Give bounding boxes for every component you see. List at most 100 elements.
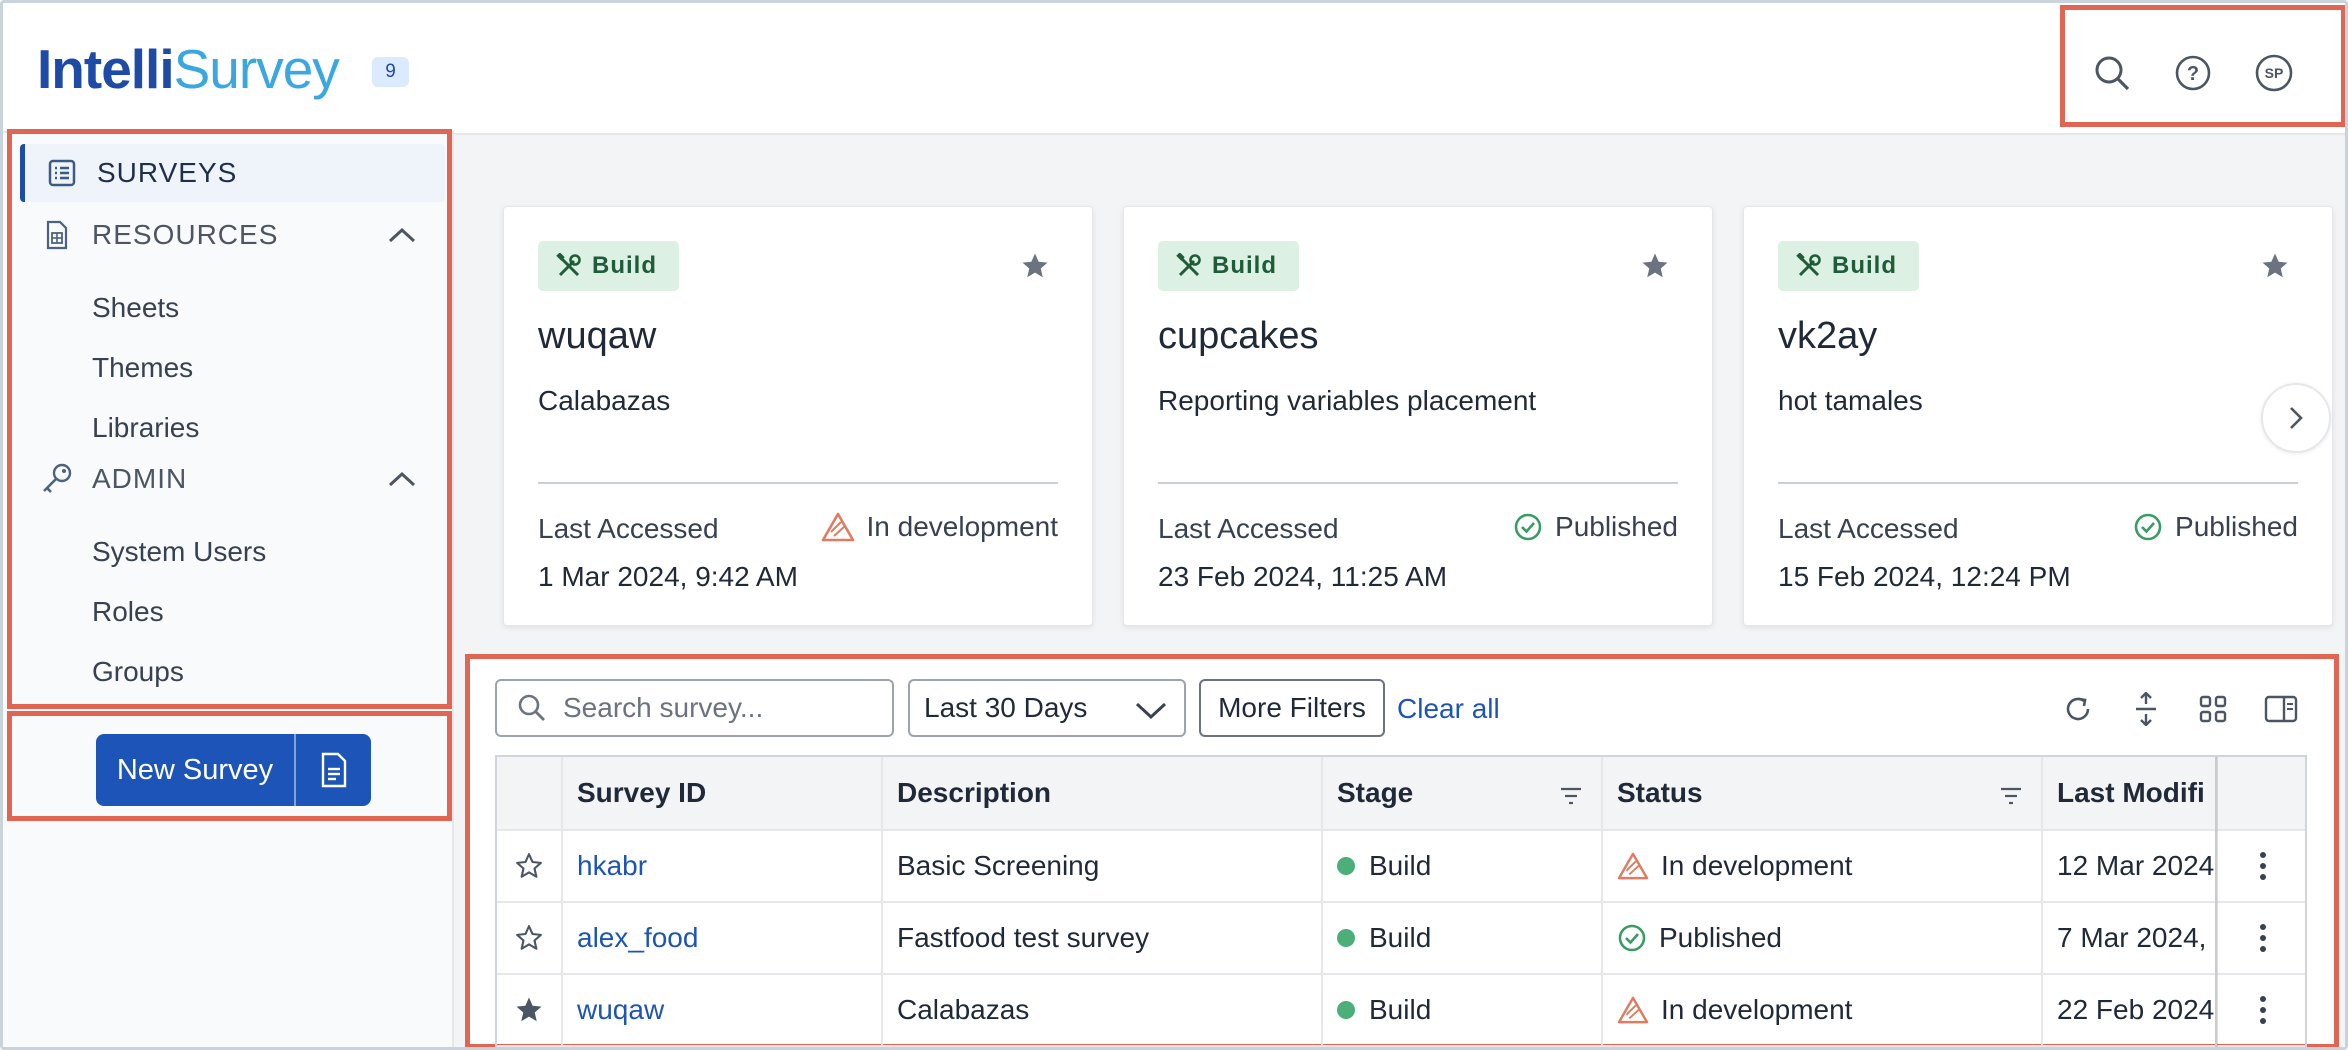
favorite-star-icon[interactable] — [1020, 251, 1050, 286]
sidebar-nav: SURVEYS RESOURCES Sheets Themes Librarie… — [7, 129, 452, 709]
grid-view-icon[interactable] — [2195, 691, 2231, 727]
column-header-stage[interactable]: Stage — [1323, 757, 1603, 829]
sheet-icon — [40, 218, 74, 252]
card-status: Published — [1513, 511, 1678, 543]
table-list-icon — [45, 156, 79, 190]
search-input[interactable]: Search survey... — [495, 679, 894, 737]
date-range-select[interactable]: Last 30 Days — [908, 679, 1186, 737]
sidebar-item-groups[interactable]: Groups — [92, 656, 184, 688]
column-panel-icon[interactable] — [2263, 691, 2299, 727]
search-icon — [518, 694, 545, 721]
sidebar-item-roles[interactable]: Roles — [92, 596, 164, 628]
column-header-status[interactable]: Status — [1603, 757, 2043, 829]
survey-id-cell: hkabr — [563, 831, 883, 901]
sidebar-item-admin[interactable]: ADMIN — [20, 450, 445, 508]
description-cell: Fastfood test survey — [883, 903, 1323, 973]
help-icon[interactable]: ? — [2173, 53, 2213, 93]
filter-icon[interactable] — [1559, 781, 1583, 813]
survey-id-link[interactable]: wuqaw — [577, 994, 664, 1026]
chevron-up-icon[interactable] — [387, 464, 417, 496]
refresh-icon[interactable] — [2060, 691, 2096, 727]
column-header-description[interactable]: Description — [883, 757, 1323, 829]
divider — [1158, 482, 1678, 484]
stage-cell: Build — [1323, 831, 1603, 901]
survey-table: Survey ID Description Stage Status Last … — [495, 755, 2307, 1047]
sidebar-item-label: RESOURCES — [92, 219, 279, 250]
sidebar-item-sheets[interactable]: Sheets — [92, 292, 179, 324]
divider — [538, 482, 1058, 484]
app-logo[interactable]: IntelliSurvey — [37, 37, 340, 101]
sidebar: IntelliSurvey 9 SURVEYS RESOURCES Sheets — [3, 3, 454, 1047]
row-menu-icon[interactable] — [2217, 975, 2305, 1045]
user-avatar-icon[interactable]: SP — [2254, 53, 2294, 93]
more-filters-button[interactable]: More Filters — [1199, 679, 1385, 737]
favorite-star-icon[interactable] — [2260, 251, 2290, 286]
new-from-template-icon[interactable] — [296, 734, 371, 806]
recent-survey-card[interactable]: Build wuqaw Calabazas Last Accessed In d… — [503, 206, 1093, 626]
sidebar-item-label: SURVEYS — [97, 157, 238, 188]
build-tools-icon — [1796, 253, 1821, 277]
clear-all-link[interactable]: Clear all — [1397, 693, 1500, 725]
search-placeholder: Search survey... — [563, 692, 764, 723]
card-status: In development — [821, 511, 1058, 543]
chevron-down-icon — [1135, 702, 1167, 720]
favorite-star-icon[interactable] — [497, 903, 563, 973]
avatar-initials: SP — [2264, 65, 2284, 81]
stage-cell: Build — [1323, 975, 1603, 1045]
build-tools-icon — [556, 253, 581, 277]
sidebar-item-libraries[interactable]: Libraries — [92, 412, 199, 444]
last-accessed-label: Last Accessed — [1158, 513, 1339, 544]
svg-text:?: ? — [2187, 63, 2199, 85]
last-modified-cell: 7 Mar 2024, — [2043, 903, 2217, 973]
survey-id-link[interactable]: hkabr — [577, 850, 647, 882]
card-title: wuqaw — [538, 315, 657, 357]
recent-survey-card[interactable]: Build vk2ay hot tamales Last Accessed Pu… — [1743, 206, 2333, 626]
card-description: hot tamales — [1778, 385, 1923, 416]
new-survey-button[interactable]: New Survey — [96, 734, 371, 806]
survey-id-cell: alex_food — [563, 903, 883, 973]
sidebar-item-system-users[interactable]: System Users — [92, 536, 266, 568]
survey-id-cell: wuqaw — [563, 975, 883, 1045]
filter-icon[interactable] — [1999, 781, 2023, 813]
column-header-survey-id[interactable]: Survey ID — [563, 757, 883, 829]
description-cell: Calabazas — [883, 975, 1323, 1045]
status-cell: In development — [1603, 831, 2043, 901]
stage-dot-icon — [1337, 857, 1355, 875]
row-density-icon[interactable] — [2128, 691, 2164, 727]
stage-badge: Build — [1778, 241, 1919, 291]
row-menu-icon[interactable] — [2217, 903, 2305, 973]
chevron-right-icon — [2290, 407, 2303, 429]
status-cell: Published — [1603, 903, 2043, 973]
survey-id-link[interactable]: alex_food — [577, 922, 698, 954]
sidebar-item-resources[interactable]: RESOURCES — [20, 206, 445, 264]
stage-dot-icon — [1337, 929, 1355, 947]
sidebar-item-surveys[interactable]: SURVEYS — [20, 144, 445, 202]
stage-badge: Build — [538, 241, 679, 291]
search-icon[interactable] — [2092, 53, 2132, 93]
stage-cell: Build — [1323, 903, 1603, 973]
recent-survey-card[interactable]: Build cupcakes Reporting variables place… — [1123, 206, 1713, 626]
last-modified-cell: 12 Mar 2024 — [2043, 831, 2217, 901]
favorite-star-icon[interactable] — [497, 831, 563, 901]
carousel-next-button[interactable] — [2261, 383, 2331, 453]
column-header-last-modified[interactable]: Last Modifi — [2043, 757, 2217, 829]
last-modified-cell: 22 Feb 2024 — [2043, 975, 2217, 1045]
table-row[interactable]: alex_food Fastfood test survey Build Pub… — [497, 903, 2305, 975]
favorite-star-icon[interactable] — [1640, 251, 1670, 286]
favorite-star-icon[interactable] — [497, 975, 563, 1045]
table-row[interactable]: hkabr Basic Screening Build In developme… — [497, 831, 2305, 903]
check-circle-icon — [1617, 923, 1647, 953]
build-tools-icon — [1176, 253, 1201, 277]
table-row[interactable]: wuqaw Calabazas Build In development 22 … — [497, 975, 2305, 1047]
stage-dot-icon — [1337, 1001, 1355, 1019]
last-accessed-date: 1 Mar 2024, 9:42 AM — [538, 561, 798, 592]
sidebar-item-themes[interactable]: Themes — [92, 352, 193, 384]
last-accessed-date: 23 Feb 2024, 11:25 AM — [1158, 561, 1448, 592]
header-actions-column — [2217, 757, 2305, 829]
header-star-column — [497, 757, 563, 829]
chevron-up-icon[interactable] — [387, 220, 417, 252]
row-menu-icon[interactable] — [2217, 831, 2305, 901]
card-status: Published — [2133, 511, 2298, 543]
version-badge: 9 — [372, 57, 409, 87]
last-accessed-label: Last Accessed — [538, 513, 719, 544]
